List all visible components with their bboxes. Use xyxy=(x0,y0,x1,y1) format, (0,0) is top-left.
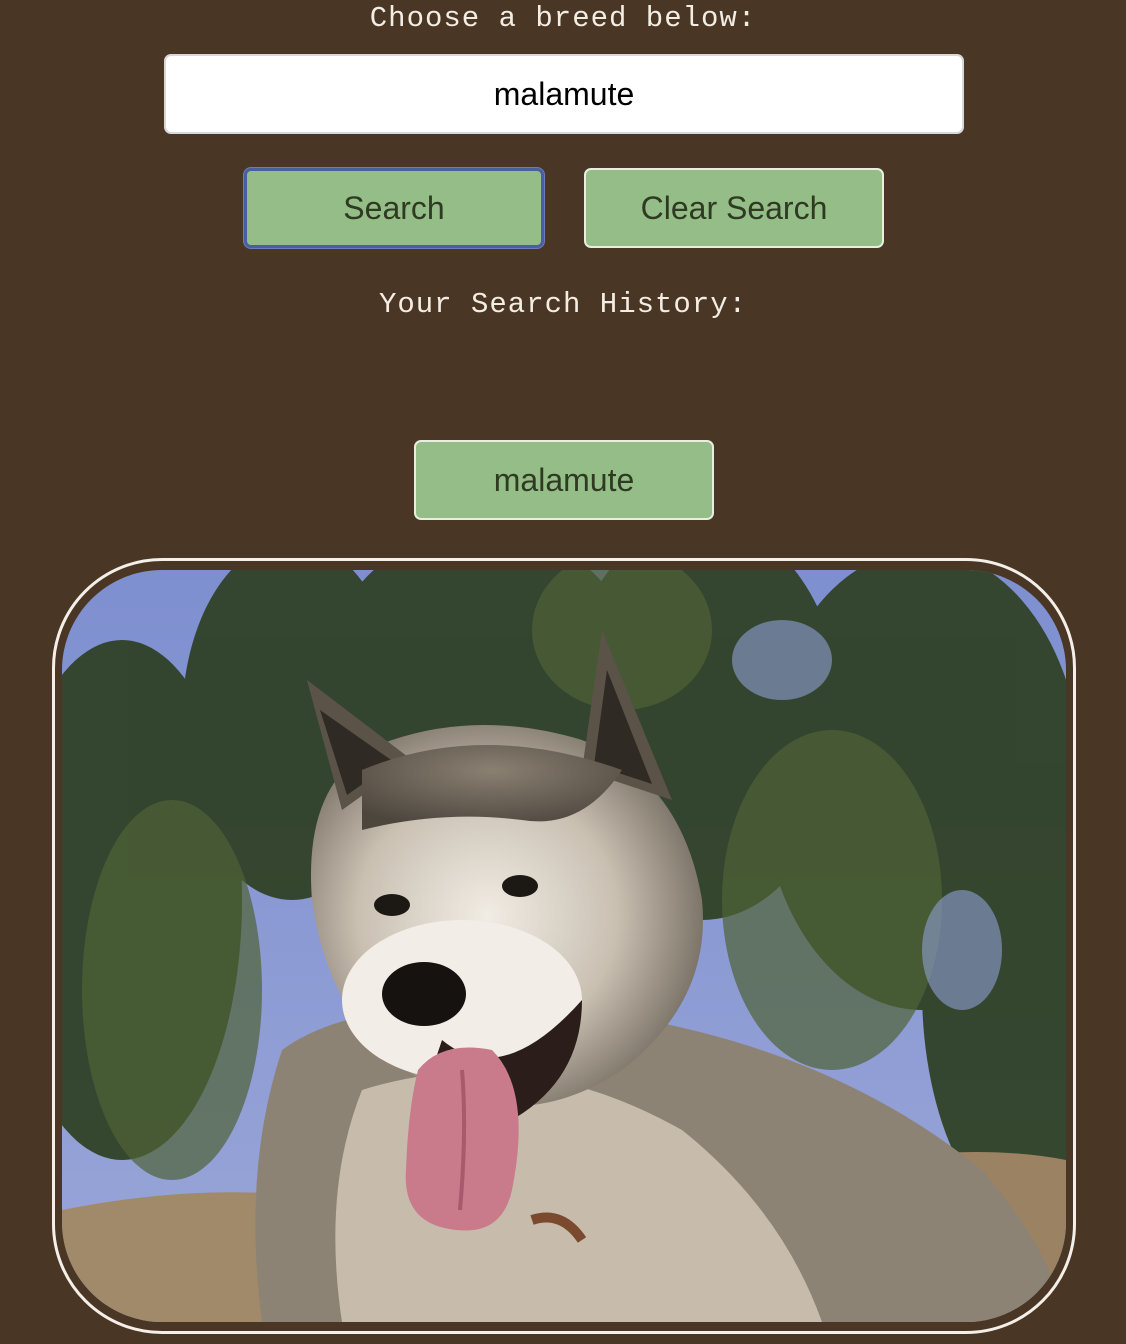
breed-prompt: Choose a breed below: xyxy=(369,2,757,35)
clear-search-button[interactable]: Clear Search xyxy=(584,168,884,248)
breed-search-input[interactable] xyxy=(164,54,964,134)
history-item-malamute[interactable]: malamute xyxy=(414,440,714,520)
search-button[interactable]: Search xyxy=(244,168,544,248)
search-history-title: Your Search History: xyxy=(378,288,748,321)
dog-photo xyxy=(62,570,1066,1322)
